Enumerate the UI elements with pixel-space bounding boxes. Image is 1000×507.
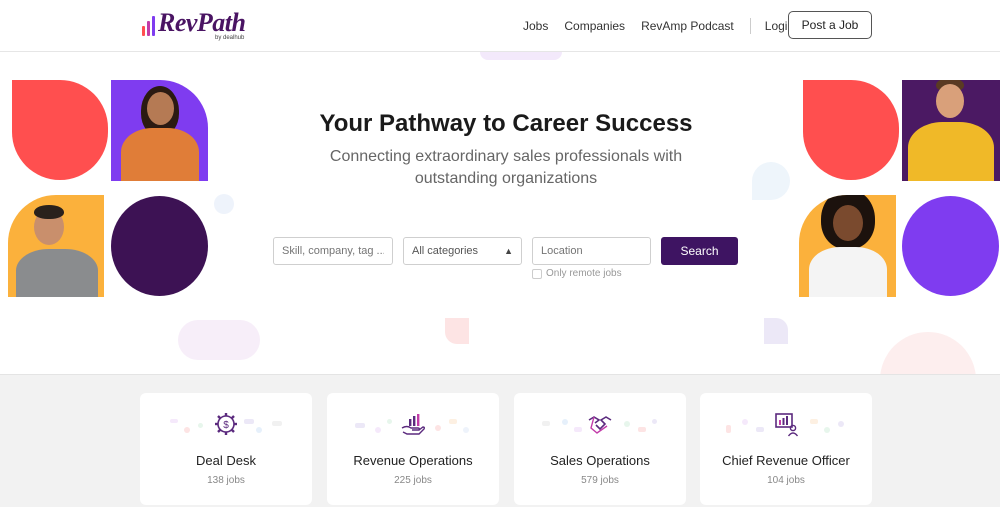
- decor-square: [764, 318, 788, 344]
- remote-only-checkbox[interactable]: Only remote jobs: [532, 268, 622, 279]
- select-caret-icon: ▲︎: [504, 246, 513, 256]
- nav-companies[interactable]: Companies: [564, 19, 625, 33]
- presentation-icon: [775, 413, 799, 437]
- main-nav: Jobs Companies RevAmp Podcast Login: [523, 18, 810, 34]
- category-card-deal-desk[interactable]: $ Deal Desk 138 jobs: [140, 393, 312, 505]
- logo-subtext: by dealhub: [215, 35, 245, 41]
- category-count: 225 jobs: [394, 475, 432, 486]
- location-input[interactable]: [532, 237, 651, 265]
- violet-circle: [902, 196, 999, 296]
- search-button[interactable]: Search: [661, 237, 738, 265]
- logo-bars-icon: [142, 14, 155, 36]
- decor-pill: [480, 52, 562, 60]
- decor-circle: [880, 332, 976, 374]
- category-card-chief-revenue-officer[interactable]: Chief Revenue Officer 104 jobs: [700, 393, 872, 505]
- category-title: Chief Revenue Officer: [722, 453, 850, 468]
- categories-section: $ Deal Desk 138 jobs Revenue Operations …: [0, 374, 1000, 507]
- logo[interactable]: RevPath by dealhub: [142, 8, 246, 41]
- keyword-search-input[interactable]: [273, 237, 393, 265]
- hero-section: Your Pathway to Career Success Connectin…: [0, 52, 1000, 374]
- checkbox-box[interactable]: [532, 268, 542, 279]
- hero-title: Your Pathway to Career Success: [319, 110, 693, 137]
- category-count: 579 jobs: [581, 475, 619, 486]
- dark-purple-circle: [111, 196, 208, 296]
- handshake-icon: [588, 416, 612, 434]
- site-header: RevPath by dealhub Jobs Companies RevAmp…: [0, 0, 1000, 52]
- man-gray-shirt-photo: [8, 195, 104, 297]
- post-job-button[interactable]: Post a Job: [788, 11, 872, 39]
- nav-divider: [749, 18, 751, 34]
- svg-text:$: $: [223, 420, 229, 431]
- category-title: Revenue Operations: [353, 453, 473, 468]
- category-title: Deal Desk: [196, 453, 256, 468]
- category-count: 138 jobs: [207, 475, 245, 486]
- decor-pill: [178, 320, 260, 360]
- decor-square: [445, 318, 469, 344]
- logo-text: RevPath: [158, 8, 246, 37]
- decor-dot: [214, 194, 234, 214]
- category-card-revenue-operations[interactable]: Revenue Operations 225 jobs: [327, 393, 499, 505]
- category-select-value: All categories: [412, 245, 479, 257]
- category-select[interactable]: All categories ▲︎: [403, 237, 522, 265]
- nav-jobs[interactable]: Jobs: [523, 19, 548, 33]
- chart-hand-icon: [401, 414, 426, 435]
- woman-white-shirt-photo: [799, 195, 896, 297]
- category-title: Sales Operations: [550, 453, 650, 468]
- gear-dollar-icon: $: [215, 413, 237, 435]
- decor-drop: [752, 162, 790, 200]
- remote-only-label: Only remote jobs: [546, 268, 622, 279]
- category-count: 104 jobs: [767, 475, 805, 486]
- category-card-sales-operations[interactable]: Sales Operations 579 jobs: [514, 393, 686, 505]
- hero-subtitle: Connecting extraordinary sales professio…: [329, 148, 683, 187]
- nav-podcast[interactable]: RevAmp Podcast: [641, 19, 734, 33]
